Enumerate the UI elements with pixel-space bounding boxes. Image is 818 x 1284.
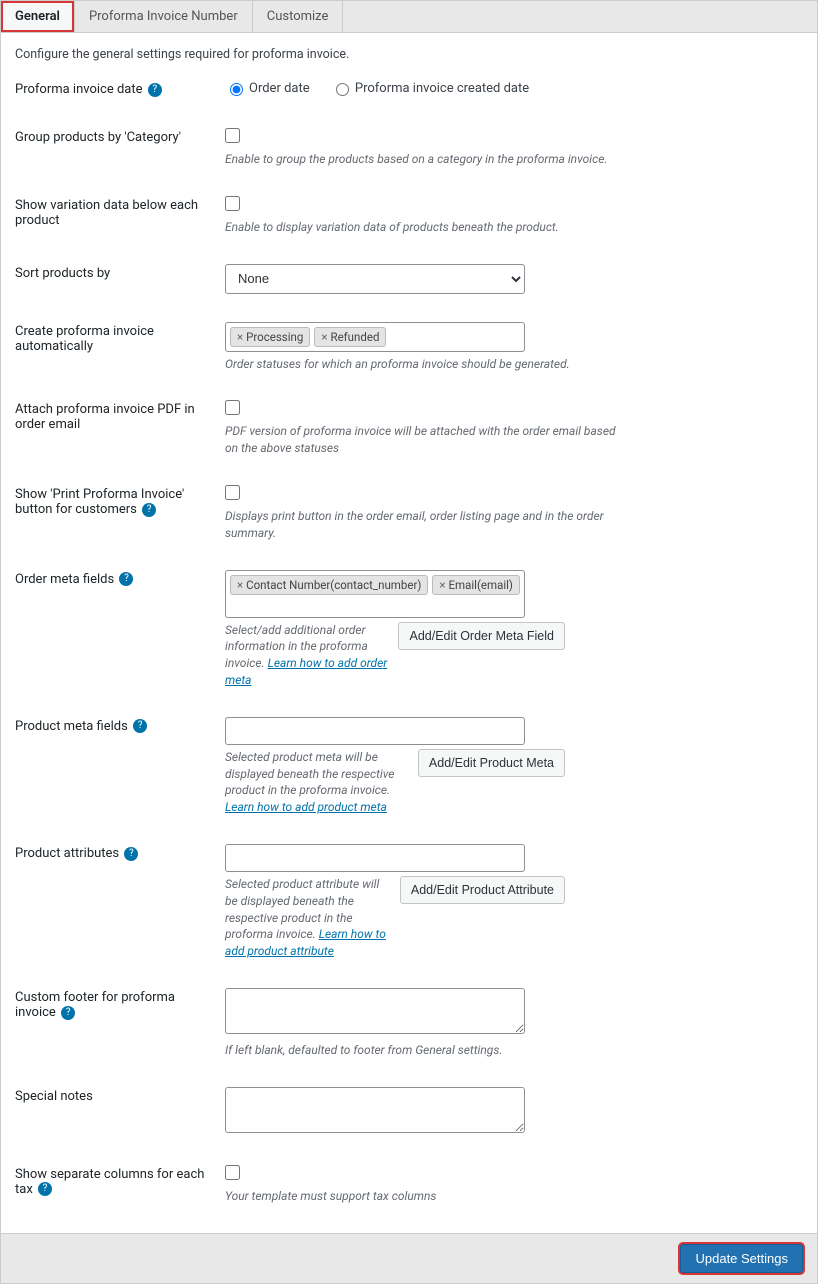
label-sort-by: Sort products by xyxy=(15,264,225,281)
add-edit-product-attribute-button[interactable]: Add/Edit Product Attribute xyxy=(400,876,565,904)
tags-product-attributes[interactable] xyxy=(225,844,525,872)
checkbox-group-category[interactable] xyxy=(225,128,240,143)
intro-text: Configure the general settings required … xyxy=(15,47,803,62)
tab-proforma-number[interactable]: Proforma Invoice Number xyxy=(75,1,253,32)
help-icon[interactable]: ? xyxy=(38,1182,52,1196)
checkbox-variation-data[interactable] xyxy=(225,196,240,211)
radio-order-date-label: Order date xyxy=(249,81,310,96)
desc-product-meta: Selected product meta will be displayed … xyxy=(225,750,394,798)
link-product-meta-learn[interactable]: Learn how to add product meta xyxy=(225,800,387,814)
label-product-attributes: Product attributes xyxy=(15,846,119,861)
help-icon[interactable]: ? xyxy=(119,572,133,586)
select-sort-by[interactable]: None xyxy=(225,264,525,294)
close-icon[interactable]: × xyxy=(439,578,445,592)
help-icon[interactable]: ? xyxy=(133,719,147,733)
checkbox-print-button[interactable] xyxy=(225,485,240,500)
label-invoice-date: Proforma invoice date xyxy=(15,82,143,97)
tags-auto-statuses[interactable]: ×Processing ×Refunded xyxy=(225,322,525,352)
desc-auto-create: Order statuses for which an proforma inv… xyxy=(225,356,625,373)
radio-order-date[interactable] xyxy=(230,83,243,96)
tag-email[interactable]: ×Email(email) xyxy=(432,575,520,595)
tags-product-meta[interactable] xyxy=(225,717,525,745)
label-auto-create: Create proforma invoice automatically xyxy=(15,322,225,354)
desc-variation-data: Enable to display variation data of prod… xyxy=(225,219,625,236)
label-custom-footer: Custom footer for proforma invoice xyxy=(15,990,175,1020)
textarea-special-notes[interactable] xyxy=(225,1087,525,1133)
help-icon[interactable]: ? xyxy=(148,83,162,97)
desc-print-button: Displays print button in the order email… xyxy=(225,508,625,542)
radio-created-date[interactable] xyxy=(336,83,349,96)
label-attach-pdf: Attach proforma invoice PDF in order ema… xyxy=(15,400,225,432)
tag-refunded[interactable]: ×Refunded xyxy=(314,327,386,347)
label-group-category: Group products by 'Category' xyxy=(15,128,225,145)
tags-order-meta[interactable]: ×Contact Number(contact_number) ×Email(e… xyxy=(225,570,525,618)
label-variation-data: Show variation data below each product xyxy=(15,196,225,228)
add-edit-order-meta-button[interactable]: Add/Edit Order Meta Field xyxy=(398,622,565,650)
tag-processing[interactable]: ×Processing xyxy=(230,327,310,347)
label-product-meta: Product meta fields xyxy=(15,719,128,734)
label-print-button: Show 'Print Proforma Invoice' button for… xyxy=(15,487,184,517)
tabs-bar: General Proforma Invoice Number Customiz… xyxy=(1,1,817,33)
tag-contact-number[interactable]: ×Contact Number(contact_number) xyxy=(230,575,428,595)
radio-created-date-label: Proforma invoice created date xyxy=(355,81,529,96)
help-icon[interactable]: ? xyxy=(124,847,138,861)
checkbox-tax-columns[interactable] xyxy=(225,1165,240,1180)
desc-attach-pdf: PDF version of proforma invoice will be … xyxy=(225,423,625,457)
footer-bar: Update Settings xyxy=(1,1233,817,1283)
label-special-notes: Special notes xyxy=(15,1087,225,1104)
add-edit-product-meta-button[interactable]: Add/Edit Product Meta xyxy=(418,749,565,777)
tab-customize[interactable]: Customize xyxy=(253,1,344,32)
desc-tax-columns: Your template must support tax columns xyxy=(225,1188,625,1205)
desc-group-category: Enable to group the products based on a … xyxy=(225,151,625,168)
textarea-custom-footer[interactable] xyxy=(225,988,525,1034)
close-icon[interactable]: × xyxy=(321,330,327,344)
close-icon[interactable]: × xyxy=(237,330,243,344)
close-icon[interactable]: × xyxy=(237,578,243,592)
help-icon[interactable]: ? xyxy=(61,1006,75,1020)
checkbox-attach-pdf[interactable] xyxy=(225,400,240,415)
tab-general[interactable]: General xyxy=(1,1,75,32)
desc-custom-footer: If left blank, defaulted to footer from … xyxy=(225,1042,625,1059)
help-icon[interactable]: ? xyxy=(142,503,156,517)
label-order-meta: Order meta fields xyxy=(15,572,114,587)
update-settings-button[interactable]: Update Settings xyxy=(680,1244,803,1273)
invoice-date-radios: Order date Proforma invoice created date xyxy=(225,80,625,100)
